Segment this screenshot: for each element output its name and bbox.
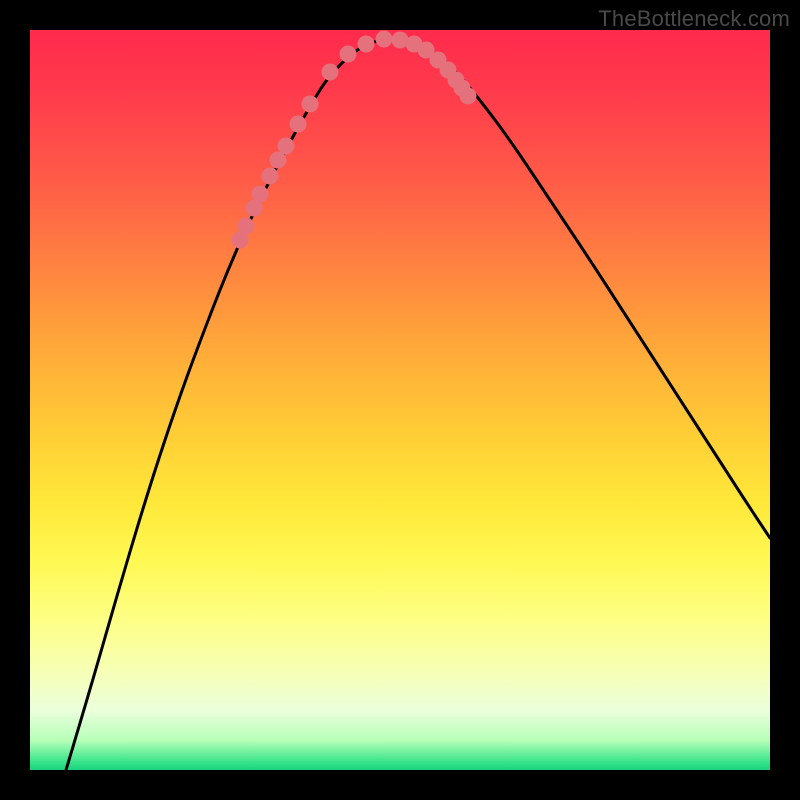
bead (358, 36, 375, 53)
bead (340, 46, 357, 63)
bead (252, 186, 269, 203)
bead (302, 96, 319, 113)
bead (460, 88, 477, 105)
plot-area (30, 30, 770, 770)
outer-frame: TheBottleneck.com (0, 0, 800, 800)
bead (238, 218, 255, 235)
bead (322, 64, 339, 81)
bead (290, 116, 307, 133)
marker-beads (232, 31, 477, 249)
bottleneck-curve (66, 39, 770, 770)
bead (376, 31, 393, 48)
bead (262, 168, 279, 185)
chart-svg (30, 30, 770, 770)
curve-line (66, 39, 770, 770)
watermark-text: TheBottleneck.com (598, 6, 790, 32)
bead (278, 138, 295, 155)
